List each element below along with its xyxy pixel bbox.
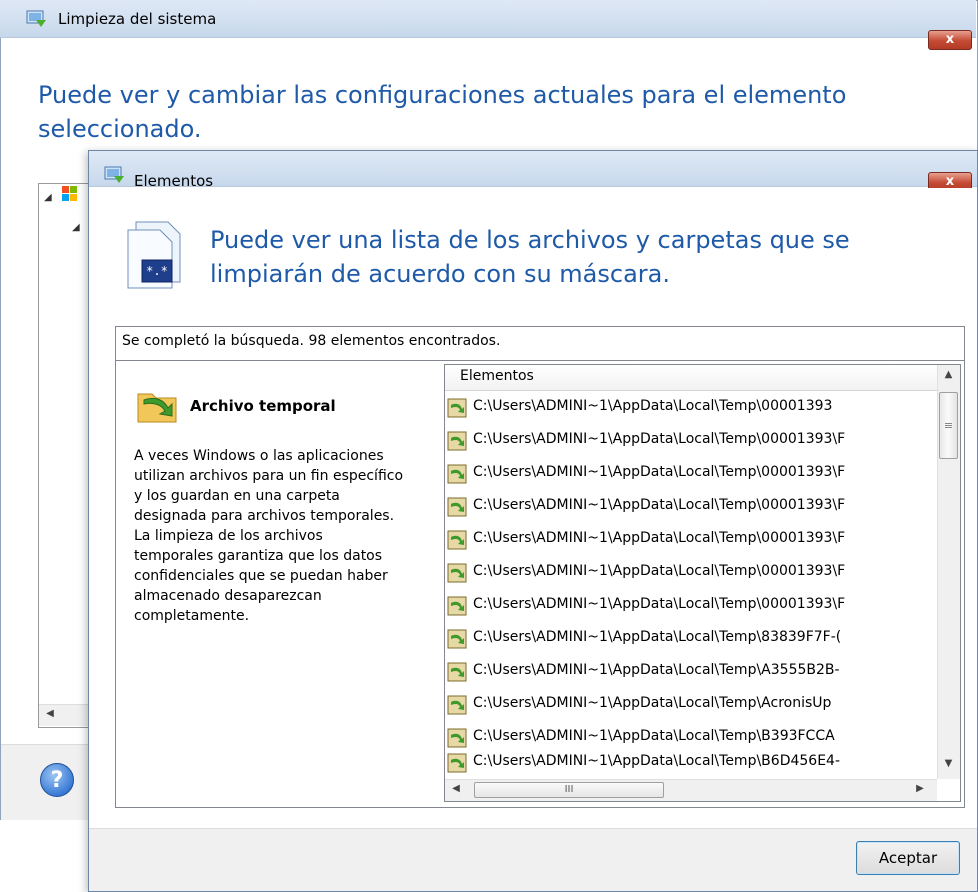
panel-divider bbox=[116, 360, 964, 361]
temp-file-icon bbox=[447, 464, 467, 484]
scroll-down-icon[interactable]: ▼ bbox=[937, 754, 960, 774]
temp-file-icon bbox=[447, 753, 467, 773]
outer-heading: Puede ver y cambiar las configuraciones … bbox=[38, 81, 847, 143]
list-item[interactable]: C:\Users\ADMINI~1\AppData\Local\Temp\000… bbox=[445, 424, 936, 457]
temp-file-icon bbox=[447, 530, 467, 550]
list-item-path: C:\Users\ADMINI~1\AppData\Local\Temp\000… bbox=[473, 464, 846, 480]
dialog-footer bbox=[89, 828, 977, 891]
list-item-path: C:\Users\ADMINI~1\AppData\Local\Temp\000… bbox=[473, 497, 846, 513]
list-item-path: C:\Users\ADMINI~1\AppData\Local\Temp\000… bbox=[473, 398, 833, 414]
system-cleanup-icon bbox=[104, 166, 124, 183]
system-cleanup-icon bbox=[26, 10, 46, 27]
vertical-scroll-thumb[interactable]: ≡ bbox=[939, 392, 958, 459]
outer-window-title: Limpieza del sistema bbox=[58, 10, 217, 28]
temp-file-icon bbox=[447, 662, 467, 682]
scroll-right-icon[interactable]: ▶ bbox=[912, 783, 928, 797]
list-item-path: C:\Users\ADMINI~1\AppData\Local\Temp\000… bbox=[473, 596, 846, 612]
svg-text:*.*: *.* bbox=[146, 264, 168, 278]
help-icon[interactable]: ? bbox=[40, 763, 74, 797]
temp-file-icon bbox=[447, 431, 467, 451]
list-item-path: C:\Users\ADMINI~1\AppData\Local\Temp\000… bbox=[473, 431, 846, 447]
list-item[interactable]: C:\Users\ADMINI~1\AppData\Local\Temp\000… bbox=[445, 391, 936, 424]
list-column-header-label: Elementos bbox=[460, 368, 534, 384]
list-item[interactable]: C:\Users\ADMINI~1\AppData\Local\Temp\000… bbox=[445, 523, 936, 556]
search-status: Se completó la búsqueda. 98 elementos en… bbox=[122, 333, 501, 349]
dialog-heading: Puede ver una lista de los archivos y ca… bbox=[210, 226, 850, 288]
list-item[interactable]: C:\Users\ADMINI~1\AppData\Local\Temp\000… bbox=[445, 490, 936, 523]
temp-file-icon bbox=[447, 728, 467, 748]
accept-button[interactable]: Aceptar bbox=[856, 841, 960, 875]
list-item-path: C:\Users\ADMINI~1\AppData\Local\Temp\B6D… bbox=[473, 753, 840, 769]
list-item-path: C:\Users\ADMINI~1\AppData\Local\Temp\Acr… bbox=[473, 695, 832, 711]
temp-file-icon bbox=[447, 563, 467, 583]
list-item-path: C:\Users\ADMINI~1\AppData\Local\Temp\B39… bbox=[473, 728, 835, 744]
list-item[interactable]: C:\Users\ADMINI~1\AppData\Local\Temp\000… bbox=[445, 589, 936, 622]
outer-close-button[interactable]: x bbox=[928, 30, 972, 50]
list-item-path: C:\Users\ADMINI~1\AppData\Local\Temp\A35… bbox=[473, 662, 840, 678]
temp-file-icon bbox=[447, 497, 467, 517]
list-item-path: C:\Users\ADMINI~1\AppData\Local\Temp\000… bbox=[473, 563, 846, 579]
scroll-left-icon[interactable]: ◀ bbox=[42, 708, 58, 722]
list-item[interactable]: C:\Users\ADMINI~1\AppData\Local\Temp\Acr… bbox=[445, 688, 936, 721]
temp-file-icon bbox=[447, 596, 467, 616]
list-item[interactable]: C:\Users\ADMINI~1\AppData\Local\Temp\838… bbox=[445, 622, 936, 655]
item-name: Archivo temporal bbox=[190, 397, 336, 415]
dialog-title-bar[interactable] bbox=[89, 151, 977, 187]
scroll-left-icon[interactable]: ◀ bbox=[448, 783, 464, 797]
tree-expand-icon-child[interactable]: ◢ bbox=[72, 222, 80, 233]
list-item[interactable]: C:\Users\ADMINI~1\AppData\Local\Temp\A35… bbox=[445, 655, 936, 688]
list-item[interactable]: C:\Users\ADMINI~1\AppData\Local\Temp\B6D… bbox=[445, 746, 936, 779]
temp-file-icon bbox=[447, 629, 467, 649]
temp-file-icon bbox=[447, 695, 467, 715]
temp-file-icon bbox=[447, 398, 467, 418]
list-item[interactable]: C:\Users\ADMINI~1\AppData\Local\Temp\000… bbox=[445, 457, 936, 490]
tree-expand-icon[interactable]: ◢ bbox=[44, 192, 52, 203]
list-item[interactable]: C:\Users\ADMINI~1\AppData\Local\Temp\000… bbox=[445, 556, 936, 589]
list-item-path: C:\Users\ADMINI~1\AppData\Local\Temp\838… bbox=[473, 629, 842, 645]
temp-file-icon bbox=[137, 393, 177, 423]
document-mask-icon: *.* bbox=[127, 221, 181, 289]
scroll-up-icon[interactable]: ▲ bbox=[937, 365, 960, 385]
windows-logo-icon bbox=[62, 186, 77, 201]
horizontal-scroll-thumb[interactable]: III bbox=[474, 782, 664, 798]
list-item-path: C:\Users\ADMINI~1\AppData\Local\Temp\000… bbox=[473, 530, 846, 546]
item-description: A veces Windows o las aplicaciones utili… bbox=[134, 448, 404, 624]
